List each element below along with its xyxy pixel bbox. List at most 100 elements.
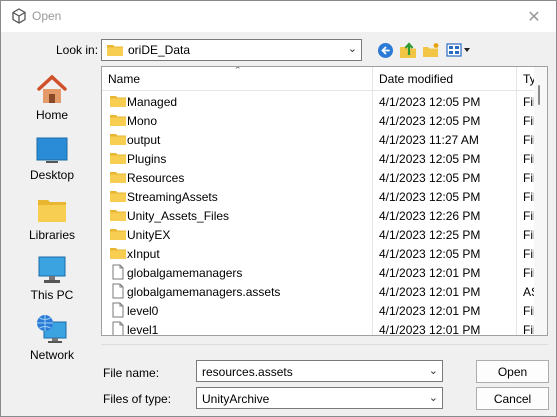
- look-in-value: oriDE_Data: [128, 43, 191, 57]
- file-type-value: UnityArchive: [202, 392, 270, 406]
- item-date-modified: 4/1/2023 12:05 PM: [379, 171, 481, 185]
- divider: [101, 344, 548, 345]
- back-arrow-icon: [377, 42, 393, 58]
- item-date-modified: 4/1/2023 11:27 AM: [379, 133, 479, 147]
- item-name: Mono: [127, 114, 158, 128]
- list-item[interactable]: Mono 4/1/2023 12:05 PM Fil: [102, 111, 535, 130]
- item-name: globalgamemanagers: [127, 266, 243, 280]
- vertical-scrollbar[interactable]: [534, 67, 547, 335]
- chevron-down-icon[interactable]: ⌄: [429, 364, 438, 377]
- folder-icon: [107, 45, 123, 56]
- list-item[interactable]: Unity_Assets_Files 4/1/2023 12:26 PM Fil: [102, 206, 535, 225]
- file-icon: [110, 283, 126, 299]
- view-menu-button[interactable]: [445, 41, 473, 59]
- place-label: Libraries: [28, 228, 76, 242]
- item-date-modified: 4/1/2023 12:01 PM: [379, 266, 481, 280]
- chevron-down-icon: ⌄: [428, 392, 438, 404]
- item-date-modified: 4/1/2023 12:05 PM: [379, 152, 481, 166]
- item-date-modified: 4/1/2023 12:25 PM: [379, 228, 481, 242]
- open-dialog: Open ✕ Look in: oriDE_Data ⌄ Home Deskto…: [0, 0, 557, 417]
- look-in-label: Look in:: [56, 43, 99, 57]
- list-item[interactable]: output 4/1/2023 11:27 AM Fil: [102, 130, 535, 149]
- desktop-icon: [36, 137, 68, 163]
- place-libraries[interactable]: Libraries: [10, 194, 94, 250]
- item-name: Resources: [127, 171, 185, 185]
- back-button[interactable]: [375, 41, 395, 59]
- item-name: UnityEX: [127, 228, 171, 242]
- home-icon: [37, 74, 67, 103]
- chevron-down-icon: ⌄: [347, 43, 357, 55]
- list-item[interactable]: globalgamemanagers.assets 4/1/2023 12:01 …: [102, 282, 535, 301]
- list-item[interactable]: level1 4/1/2023 12:01 PM Fil: [102, 320, 535, 336]
- new-folder-button[interactable]: [421, 41, 441, 59]
- open-button[interactable]: Open: [476, 360, 549, 383]
- file-name-combo[interactable]: resources.assets ⌄: [196, 360, 443, 382]
- close-icon: ✕: [527, 8, 541, 26]
- this-pc-icon: [38, 256, 66, 283]
- places-bar: Home Desktop Libraries This PC Network: [10, 66, 94, 368]
- list-item[interactable]: Managed 4/1/2023 12:05 PM Fil: [102, 92, 535, 111]
- new-folder-icon: [423, 43, 439, 57]
- place-label: Home: [35, 108, 68, 122]
- up-folder-button[interactable]: [398, 41, 418, 59]
- item-name: StreamingAssets: [127, 190, 218, 204]
- folder-icon: [110, 189, 126, 203]
- place-home[interactable]: Home: [10, 74, 94, 130]
- list-item[interactable]: UnityEX 4/1/2023 12:25 PM Fil: [102, 225, 535, 244]
- file-icon: [110, 264, 126, 280]
- list-item[interactable]: level0 4/1/2023 12:01 PM Fil: [102, 301, 535, 320]
- folder-icon: [110, 170, 126, 184]
- column-date-modified[interactable]: Date modified: [379, 72, 453, 86]
- view-menu-icon: [446, 43, 470, 57]
- list-item[interactable]: StreamingAssets 4/1/2023 12:05 PM Fil: [102, 187, 535, 206]
- item-name: xInput: [127, 247, 160, 261]
- item-date-modified: 4/1/2023 12:05 PM: [379, 247, 481, 261]
- file-icon: [110, 302, 126, 318]
- folder-icon: [110, 132, 126, 146]
- item-date-modified: 4/1/2023 12:01 PM: [379, 304, 481, 318]
- place-label: Network: [29, 348, 74, 362]
- libraries-icon: [38, 200, 66, 222]
- place-label: This PC: [30, 288, 74, 302]
- list-item[interactable]: xInput 4/1/2023 12:05 PM Fil: [102, 244, 535, 263]
- window-title: Open: [32, 9, 62, 23]
- close-button[interactable]: ✕: [512, 1, 556, 32]
- place-network[interactable]: Network: [10, 314, 94, 370]
- up-folder-icon: [400, 42, 416, 58]
- column-name[interactable]: Name: [108, 72, 140, 86]
- place-label: Desktop: [29, 168, 75, 182]
- item-name: output: [127, 133, 161, 147]
- file-icon: [110, 321, 126, 335]
- folder-icon: [110, 113, 126, 127]
- file-name-value: resources.assets: [202, 365, 293, 379]
- list-item[interactable]: Resources 4/1/2023 12:05 PM Fil: [102, 168, 535, 187]
- look-in-combo[interactable]: oriDE_Data ⌄: [101, 39, 362, 61]
- sort-ascending-icon: ⌃: [234, 66, 242, 75]
- file-type-combo[interactable]: UnityArchive ⌄: [196, 387, 443, 409]
- item-name: level1: [127, 323, 159, 336]
- item-name: Managed: [127, 95, 178, 109]
- item-name: globalgamemanagers.assets: [127, 285, 281, 299]
- folder-icon: [110, 246, 126, 260]
- place-desktop[interactable]: Desktop: [10, 134, 94, 190]
- file-type-label: Files of type:: [103, 392, 172, 406]
- item-name: Unity_Assets_Files: [127, 209, 230, 223]
- network-icon: [37, 315, 67, 343]
- item-date-modified: 4/1/2023 12:01 PM: [379, 285, 481, 299]
- item-date-modified: 4/1/2023 12:05 PM: [379, 190, 481, 204]
- folder-icon: [110, 227, 126, 241]
- item-date-modified: 4/1/2023 12:05 PM: [379, 95, 481, 109]
- item-name: level0: [127, 304, 159, 318]
- list-header: ⌃ Name Date modified Ty: [102, 66, 535, 335]
- scrollbar-thumb[interactable]: [538, 85, 540, 105]
- folder-icon: [110, 94, 126, 108]
- list-item[interactable]: Plugins 4/1/2023 12:05 PM Fil: [102, 149, 535, 168]
- file-name-label: File name:: [103, 366, 160, 380]
- list-item[interactable]: globalgamemanagers 4/1/2023 12:01 PM Fil: [102, 263, 535, 282]
- cancel-button[interactable]: Cancel: [476, 387, 549, 410]
- file-list[interactable]: ⌃ Name Date modified Ty Managed 4/1/2023 …: [101, 66, 548, 336]
- place-this-pc[interactable]: This PC: [10, 254, 94, 310]
- item-name: Plugins: [127, 152, 167, 166]
- item-date-modified: 4/1/2023 12:01 PM: [379, 323, 481, 336]
- unity-logo-icon: [12, 8, 26, 24]
